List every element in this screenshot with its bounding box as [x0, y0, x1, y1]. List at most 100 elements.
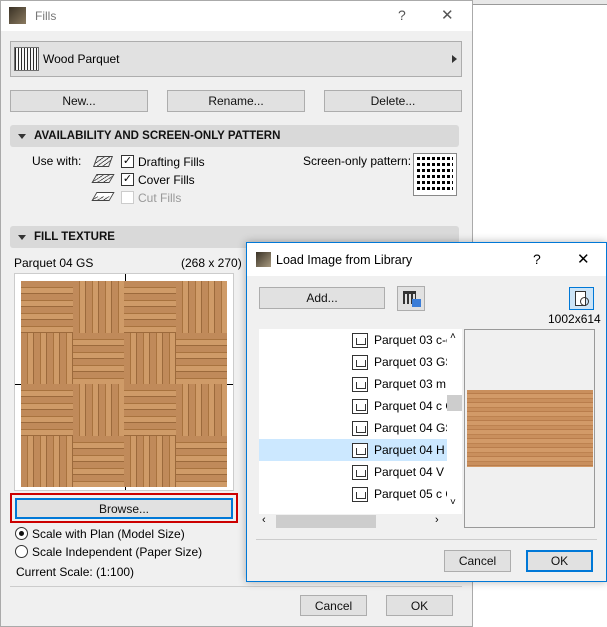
scale-with-plan-radio[interactable]	[15, 527, 28, 540]
scroll-down-arrow[interactable]: ˅	[450, 497, 456, 508]
parquet-tile	[124, 384, 176, 436]
list-item-label: Parquet 03 c-o	[374, 333, 447, 347]
add-button[interactable]: Add...	[259, 287, 385, 309]
cut-fill-icon	[91, 192, 115, 201]
parquet-tile	[72, 332, 124, 384]
fill-name: Wood Parquet	[43, 52, 120, 66]
library-object-icon	[352, 332, 368, 348]
parquet-tile	[175, 332, 227, 384]
scale-independent-label: Scale Independent (Paper Size)	[32, 545, 203, 559]
image-preview	[464, 329, 595, 528]
cover-fills-label: Cover Fills	[138, 173, 195, 187]
texture-name: Parquet 04 GS	[14, 256, 94, 270]
parquet-tile	[72, 435, 124, 487]
screen-only-pattern-label: Screen-only pattern:	[303, 154, 412, 168]
parquet-tile	[21, 332, 73, 384]
h-scroll-thumb[interactable]	[276, 515, 376, 528]
chevron-right-icon	[452, 55, 457, 63]
parquet-tile	[72, 384, 124, 436]
list-item-label: Parquet 03 GS	[374, 355, 447, 369]
library-object-icon	[352, 464, 368, 480]
wood-preview-image	[467, 390, 593, 467]
parquet-tile	[72, 281, 124, 333]
list-item[interactable]: Parquet 03 GS	[259, 351, 447, 373]
cover-fill-icon	[91, 174, 115, 183]
library-object-icon	[352, 354, 368, 370]
parquet-tile	[124, 281, 176, 333]
help-button[interactable]: ?	[398, 7, 406, 23]
scroll-right-arrow[interactable]: ›	[435, 514, 439, 526]
title-bar: Load Image from Library ? ✕	[247, 243, 606, 276]
list-item[interactable]: Parquet 03 c-o	[259, 329, 447, 351]
browse-button[interactable]: Browse...	[15, 498, 233, 519]
list-item[interactable]: Parquet 03 m G	[259, 373, 447, 395]
image-info-button[interactable]	[569, 287, 594, 310]
scale-independent-radio[interactable]	[15, 545, 28, 558]
list-item[interactable]: Parquet 05 c G	[259, 483, 447, 505]
ok-button[interactable]: OK	[526, 550, 593, 572]
app-icon	[256, 252, 271, 267]
rename-button[interactable]: Rename...	[167, 90, 305, 112]
current-scale: Current Scale: (1:100)	[16, 565, 135, 579]
library-object-icon	[352, 420, 368, 436]
vertical-scrollbar[interactable]: ˄ ˅	[447, 329, 462, 514]
list-item-label: Parquet 04 V G	[374, 465, 447, 479]
parquet-texture-image	[21, 281, 227, 487]
list-badge-icon	[412, 299, 421, 307]
availability-section-header[interactable]: AVAILABILITY AND SCREEN-ONLY PATTERN	[10, 125, 459, 147]
title-bar: Fills ? ✕	[1, 1, 472, 31]
divider	[256, 539, 597, 540]
library-object-icon	[352, 398, 368, 414]
close-button[interactable]: ✕	[577, 250, 590, 268]
delete-button[interactable]: Delete...	[324, 90, 462, 112]
parquet-tile	[175, 281, 227, 333]
cancel-button[interactable]: Cancel	[300, 595, 367, 616]
background-window-strip	[472, 0, 607, 5]
scale-with-plan-label: Scale with Plan (Model Size)	[32, 527, 185, 541]
ok-button[interactable]: OK	[386, 595, 453, 616]
list-item[interactable]: Parquet 04 V G	[259, 461, 447, 483]
close-button[interactable]: ✕	[441, 6, 454, 24]
texture-size: (268 x 270)	[181, 256, 242, 270]
dialog-title: Load Image from Library	[276, 253, 413, 267]
drafting-fills-checkbox[interactable]: ✓	[121, 155, 134, 168]
cut-fills-checkbox	[121, 191, 134, 204]
scroll-left-arrow[interactable]: ‹	[262, 514, 266, 526]
cover-fills-checkbox[interactable]: ✓	[121, 173, 134, 186]
horizontal-scrollbar[interactable]: ‹ ›	[259, 514, 447, 529]
divider	[10, 586, 462, 587]
parquet-tile	[124, 435, 176, 487]
fill-selector[interactable]: Wood Parquet	[10, 41, 462, 77]
list-item[interactable]: Parquet 04 GS	[259, 417, 447, 439]
new-button[interactable]: New...	[10, 90, 148, 112]
list-item-label: Parquet 05 c G	[374, 487, 447, 501]
use-with-label: Use with:	[32, 154, 82, 168]
image-dimensions: 1002x614	[548, 312, 601, 326]
cancel-button[interactable]: Cancel	[444, 550, 511, 572]
dialog-title: Fills	[35, 9, 57, 23]
list-item-label: Parquet 04 GS	[374, 421, 447, 435]
help-button[interactable]: ?	[533, 251, 541, 267]
library-manager-button[interactable]	[397, 286, 425, 311]
parquet-tile	[175, 435, 227, 487]
library-list[interactable]: Parquet 03 c-o Parquet 03 GS Parquet 03 m …	[259, 329, 462, 514]
list-item-label: Parquet 04 c G	[374, 399, 447, 413]
cut-fills-label: Cut Fills	[138, 191, 182, 205]
parquet-tile	[175, 384, 227, 436]
magnifier-icon	[580, 297, 589, 306]
scroll-thumb[interactable]	[447, 395, 462, 411]
drafting-fills-label: Drafting Fills	[138, 155, 205, 169]
parquet-tile	[124, 332, 176, 384]
parquet-tile	[21, 435, 73, 487]
library-object-icon	[352, 486, 368, 502]
list-item[interactable]: Parquet 04 c G	[259, 395, 447, 417]
scroll-up-arrow[interactable]: ˄	[450, 331, 456, 342]
fill-pattern-icon	[14, 47, 39, 71]
app-icon	[9, 7, 26, 24]
list-item-label: Parquet 03 m G	[374, 377, 447, 391]
library-object-icon	[352, 442, 368, 458]
screen-only-pattern-swatch[interactable]	[413, 153, 457, 196]
texture-preview-frame	[14, 273, 234, 491]
library-object-icon	[352, 376, 368, 392]
list-item[interactable]: Parquet 04 H G	[259, 439, 447, 461]
